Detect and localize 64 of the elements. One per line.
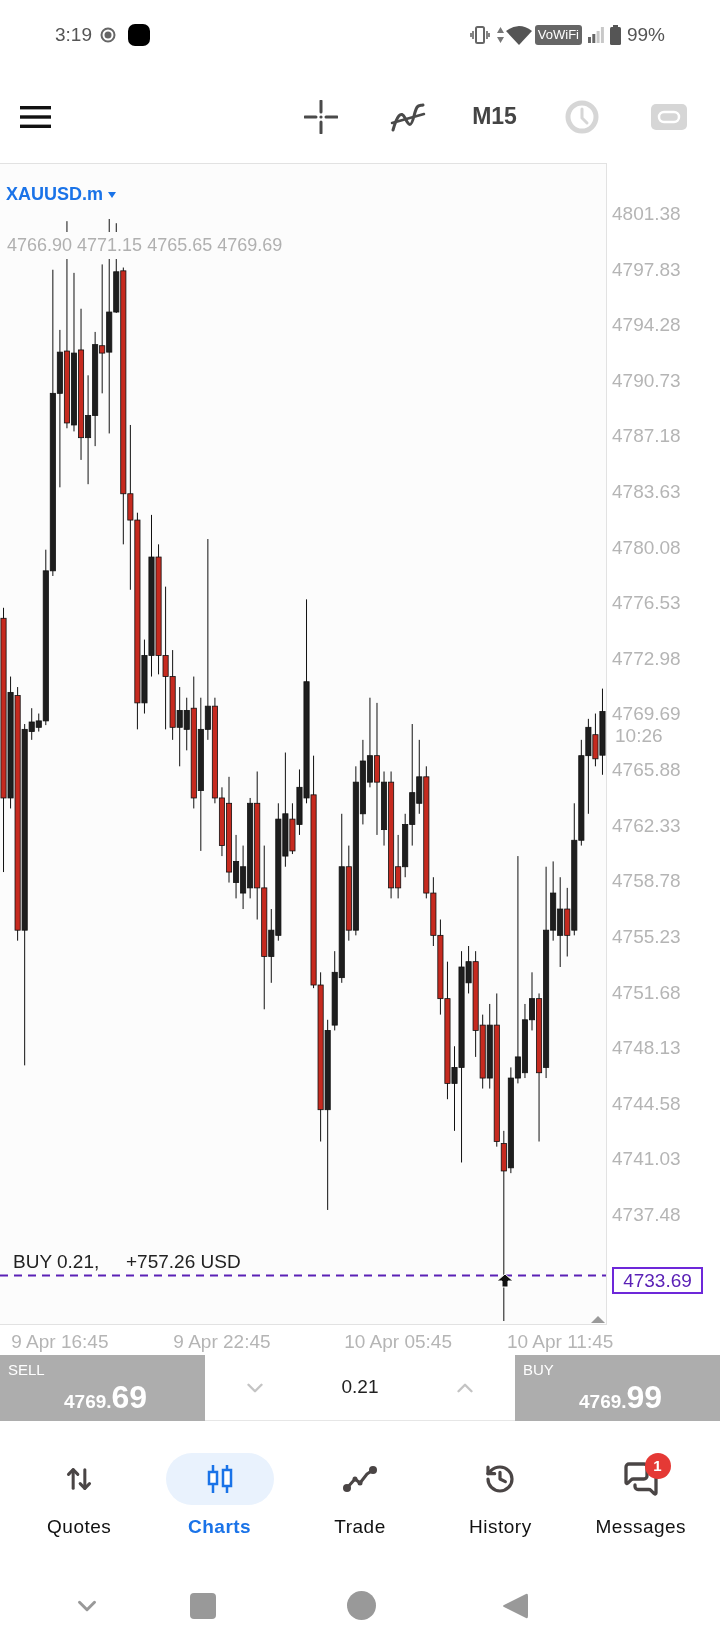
crosshair-icon [303, 99, 338, 134]
link-icon [650, 103, 687, 130]
price-label: 4772.98 [612, 647, 681, 670]
bottom-nav-tab[interactable]: 1 Messages [570, 1453, 711, 1549]
price-label: 4744.58 [612, 1092, 681, 1115]
current-price-label: 4769.69 [612, 702, 682, 725]
indicator-wave-icon [389, 101, 426, 132]
up-arrow-icon [496, 1273, 514, 1289]
price-label: 4762.33 [612, 814, 681, 837]
price-label: 4794.28 [612, 314, 681, 337]
price-label: 4787.18 [612, 425, 681, 448]
price-label: 4790.73 [612, 369, 681, 392]
data-arrows-icon [496, 27, 504, 43]
price-label: 4748.13 [612, 1037, 681, 1060]
back-triangle-icon [502, 1591, 528, 1620]
line-chart-icon [342, 1465, 378, 1493]
status-time: 3:19 [55, 22, 92, 47]
price-label: 4755.23 [612, 925, 681, 948]
price-label: 4758.78 [612, 870, 681, 893]
history-icon [484, 1463, 517, 1495]
bottom-nav-tab[interactable]: Quotes [9, 1453, 150, 1549]
current-time-label: 10:26 [615, 724, 664, 747]
position-price-tag: 4733.69 [612, 1266, 703, 1294]
price-label: 4776.53 [612, 592, 681, 615]
price-label: 4751.68 [612, 981, 681, 1004]
caret-down-icon [108, 191, 116, 198]
bottom-nav-tab[interactable]: Charts [149, 1453, 290, 1549]
battery-percent: 99% [626, 22, 665, 47]
vibrate-icon [469, 26, 490, 44]
price-label: 4797.83 [612, 258, 681, 281]
battery-icon [609, 25, 621, 45]
falling-candle [289, 802, 296, 855]
clock-icon [564, 99, 599, 134]
time-label: 10 Apr 05:45 [344, 1330, 452, 1354]
bottom-nav-tab[interactable]: Trade [289, 1453, 431, 1549]
record-icon [100, 27, 116, 43]
bottom-nav-tab[interactable]: History [430, 1453, 571, 1549]
price-label: 4783.63 [612, 481, 681, 504]
timeframe-button[interactable]: M15 [470, 99, 519, 134]
price-label: 4780.08 [612, 536, 681, 559]
time-label: 9 Apr 16:45 [11, 1330, 109, 1354]
triangle-icon [591, 1316, 605, 1323]
menu-icon [19, 105, 51, 128]
vowifi-badge: VoWiFi [534, 25, 582, 45]
position-label: BUY 0.21, [13, 1250, 100, 1275]
time-label: 9 Apr 22:45 [173, 1330, 271, 1354]
time-label: 10 Apr 11:45 [507, 1330, 614, 1354]
candlestick-icon [205, 1464, 234, 1494]
app-icon [128, 24, 150, 46]
signal-icon [587, 27, 604, 43]
price-label: 4741.03 [612, 1148, 681, 1171]
position-profit: +757.26 USD [126, 1250, 241, 1275]
price-label: 4801.38 [612, 203, 681, 226]
notification-badge: 1 [644, 1453, 671, 1479]
symbol-selector[interactable]: XAUUSD.m [6, 181, 116, 208]
ohlc-values: 4766.90 4771.15 4765.65 4769.69 [7, 232, 283, 259]
falling-candle [592, 713, 599, 767]
price-label: 4765.88 [612, 759, 681, 782]
up-down-arrows-icon [65, 1465, 94, 1493]
falling-candle [564, 887, 571, 957]
square-icon [190, 1592, 216, 1619]
price-label: 4737.48 [612, 1204, 681, 1226]
wifi-icon [505, 25, 532, 45]
volume-field[interactable]: 0.21 [341, 1373, 379, 1402]
